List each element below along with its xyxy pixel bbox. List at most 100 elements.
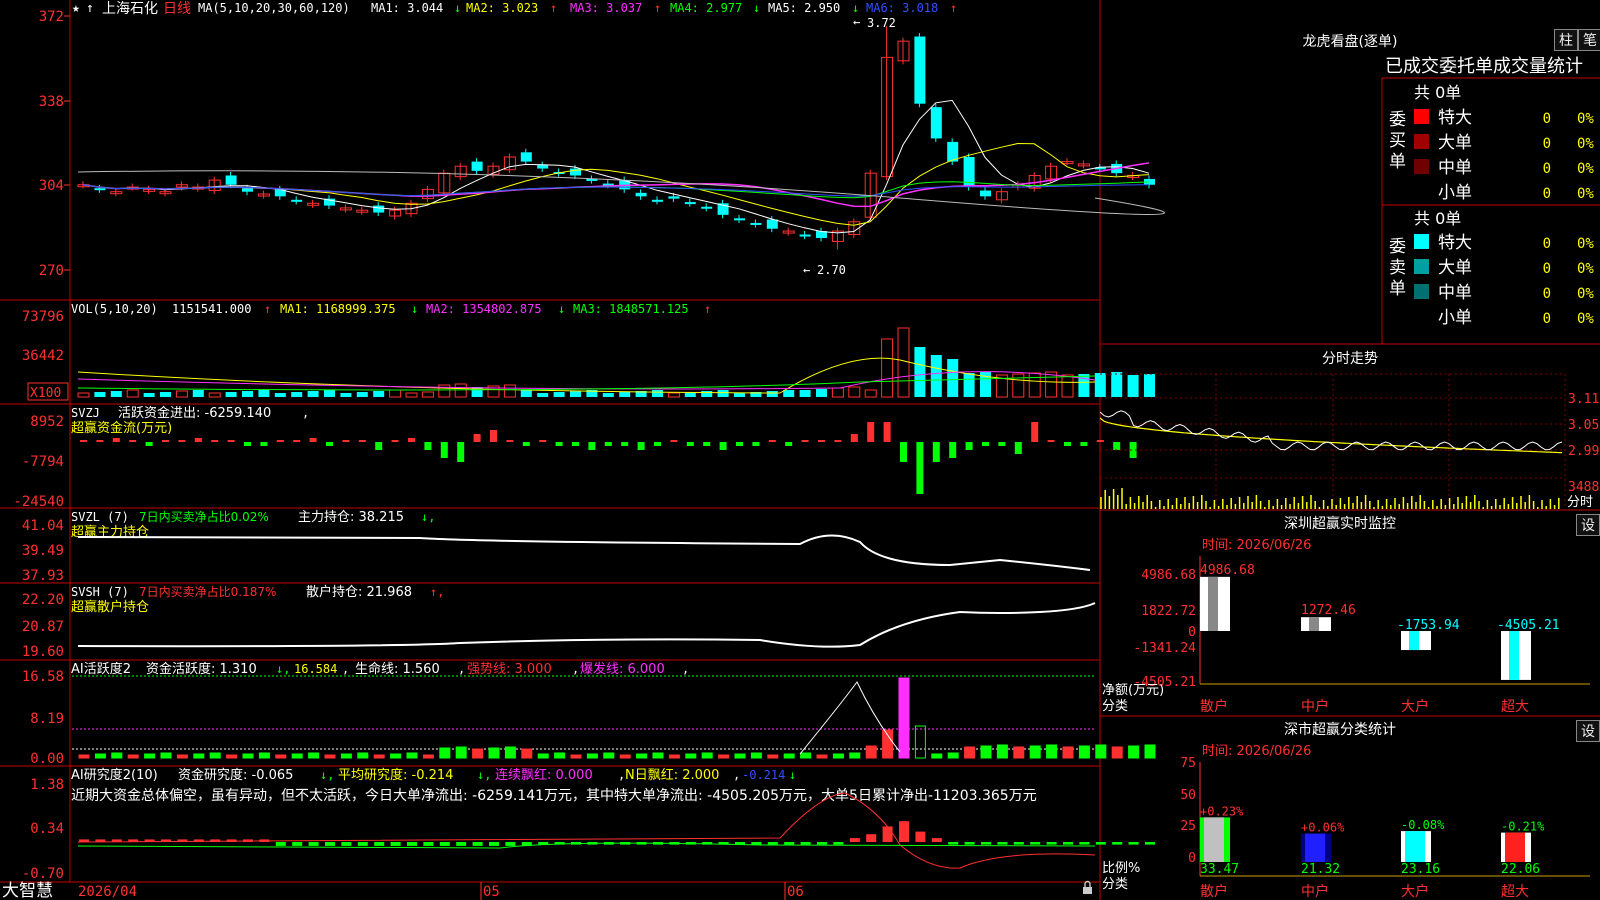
- star-icon[interactable]: ★: [72, 1, 80, 16]
- vol-bar-down: [110, 391, 122, 397]
- ai-research-bar: [817, 842, 827, 845]
- svg-text:↓,: ↓,: [320, 768, 334, 782]
- order-percent: 0%: [1577, 136, 1594, 152]
- sz-monitor-settings-button[interactable]: 设: [1576, 514, 1600, 536]
- buy-rows: 特大 0 0% 大单 0 0% 中单 0 0% 小单 0 0%: [1414, 108, 1594, 203]
- kline-candle-down: [242, 188, 253, 192]
- kline-candle-down: [471, 161, 483, 171]
- order-percent: 0%: [1577, 261, 1594, 277]
- svg-text:↓: ↓: [558, 302, 565, 316]
- svzj-bar: [867, 422, 875, 442]
- ai-active-bar: [767, 754, 779, 759]
- ai-research-bar: [882, 826, 893, 842]
- svg-text:-0.70: -0.70: [22, 866, 64, 882]
- svg-text:,: ,: [733, 768, 740, 782]
- svg-text:-24540: -24540: [13, 494, 64, 510]
- ai-active-v4: 强势线: 3.000: [467, 661, 552, 677]
- vol-bar-up: [864, 389, 877, 398]
- ai-active-bar: [1062, 746, 1074, 759]
- svzj-bar: [555, 442, 563, 446]
- ai-research-bar: [308, 842, 319, 846]
- high-price-label: 3.72: [867, 16, 896, 30]
- ratio-bar-core: [1204, 817, 1224, 862]
- vol-bar-down: [914, 347, 926, 397]
- sz-classify-settings-button[interactable]: 设: [1576, 720, 1600, 742]
- order-count: 0: [1543, 161, 1551, 177]
- ai-active-bar: [554, 752, 566, 759]
- svzj-bar: [194, 438, 202, 442]
- svzj-name: SVZJ: [71, 406, 100, 420]
- vol-bar-up: [389, 389, 402, 398]
- ai-research-bar: [292, 842, 303, 846]
- info-arrow-icon[interactable]: ↑: [86, 1, 94, 16]
- high-marker-arrow: ←: [853, 15, 860, 29]
- ratio-bar-core: [1305, 833, 1325, 862]
- ai-active-bar: [357, 752, 369, 759]
- date-start: 2026/04: [78, 884, 137, 900]
- ai-active-bar: [800, 752, 812, 759]
- svzj-bar: [965, 442, 973, 450]
- ai-research-bar: [374, 842, 385, 846]
- bar-view-button[interactable]: 柱: [1554, 29, 1578, 51]
- stock-name[interactable]: 上海石化: [102, 1, 158, 17]
- order-percent: 0%: [1577, 161, 1594, 177]
- svzj-bar: [785, 442, 793, 446]
- vol-bar-down: [324, 390, 335, 397]
- ma3-value: MA3: 3.037: [570, 1, 642, 15]
- sz-classify-yaxis: 75 50 25 0: [1180, 756, 1196, 866]
- svg-text:0: 0: [1188, 625, 1196, 640]
- net-bar-value: 1272.46: [1301, 603, 1356, 618]
- svg-text:↑: ↑: [264, 302, 271, 316]
- svzj-bar: [244, 442, 251, 446]
- ai-active-bar: [209, 752, 221, 759]
- vol-bar-down: [783, 390, 795, 397]
- order-color-swatch: [1414, 259, 1429, 274]
- lock-icon[interactable]: [1083, 880, 1092, 895]
- order-percent: 0%: [1577, 236, 1594, 252]
- svg-text:↓,: ↓,: [421, 510, 435, 524]
- vol-bar-up: [126, 389, 139, 398]
- tick-view-button[interactable]: 笔: [1578, 29, 1600, 51]
- kline-candle-down: [914, 36, 926, 104]
- order-count: 0: [1543, 286, 1551, 302]
- ai-active-bar: [947, 752, 959, 759]
- ai-active-bar: [931, 753, 943, 759]
- ai-active-bar: [570, 754, 582, 759]
- vol-bar-down: [1127, 375, 1139, 397]
- period-label[interactable]: 日线: [163, 1, 191, 17]
- kline-candles[interactable]: [77, 26, 1165, 250]
- ai-research-bar: [1145, 842, 1155, 845]
- net-bar-stripe: [1309, 617, 1319, 631]
- vol-bar-down: [520, 390, 532, 397]
- vol-bar-down: [192, 390, 204, 397]
- svzj-bar: [588, 442, 596, 450]
- order-size-label: 特大: [1438, 108, 1472, 128]
- svzj-bar: [637, 442, 645, 450]
- net-bar-stripe: [1208, 576, 1218, 631]
- svzl-yaxis: 41.04 39.49 37.93: [22, 518, 64, 584]
- intraday-chart: [1099, 410, 1563, 509]
- vol-bar-down: [947, 359, 959, 397]
- ai-active-bar: [422, 754, 434, 759]
- vol-bar-down: [307, 391, 319, 397]
- order-size-label: 大单: [1438, 133, 1472, 153]
- ai-active-bar: [914, 725, 926, 759]
- ai-research-bar: [407, 842, 417, 846]
- vol-bar-up: [454, 383, 467, 398]
- vol-bar-up: [667, 392, 680, 398]
- brand-label[interactable]: 大智慧: [2, 881, 53, 900]
- svzj-bar: [1080, 442, 1088, 446]
- kline-candle-down: [799, 234, 811, 237]
- vol-bar-down: [766, 391, 778, 397]
- svg-text:↑,: ↑,: [430, 585, 444, 599]
- svg-text:8.19: 8.19: [30, 711, 64, 727]
- svzj-bar: [572, 442, 579, 446]
- svsh-curve: [77, 602, 1096, 648]
- svg-text:3.110: 3.110: [1568, 392, 1600, 407]
- order-count: 0: [1543, 311, 1551, 327]
- kline-candle-down: [930, 107, 942, 139]
- svg-text:↓: ↓: [753, 1, 760, 15]
- svzj-bar: [768, 440, 776, 442]
- vol-bar-down: [1144, 374, 1155, 397]
- ai-research-bar: [833, 842, 844, 845]
